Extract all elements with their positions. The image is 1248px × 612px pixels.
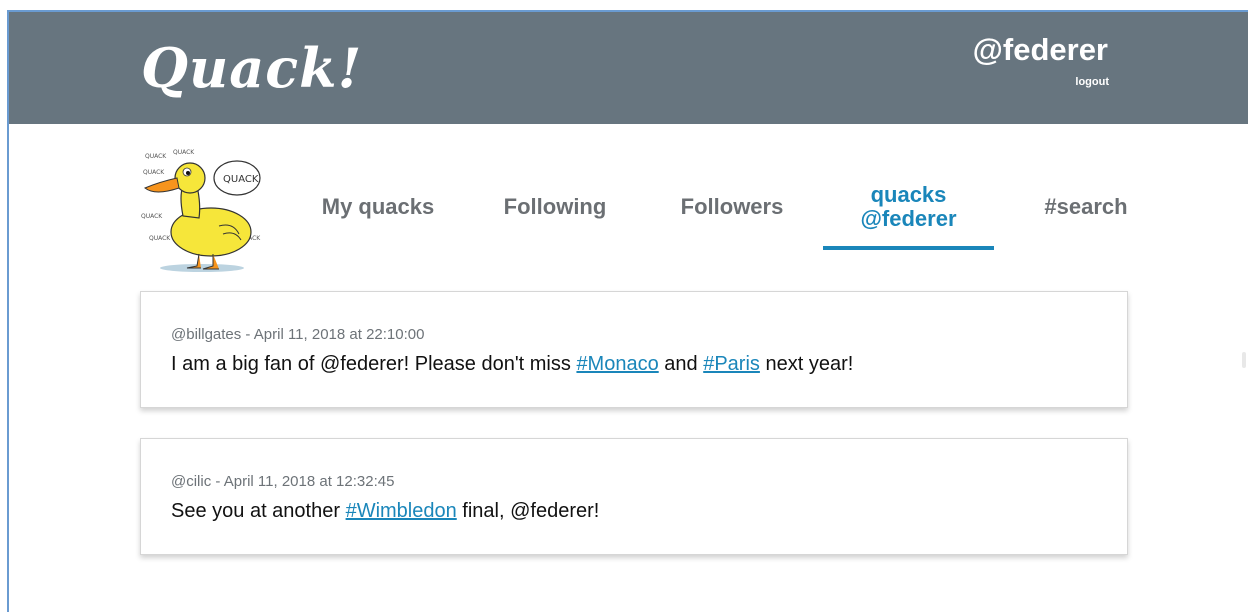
speech-bubble-text: QUACK (223, 174, 259, 185)
quack-meta: @billgates - April 11, 2018 at 22:10:00 (171, 326, 425, 343)
logout-link[interactable]: logout (1075, 76, 1109, 88)
app-logo-text[interactable]: Quack! (141, 36, 362, 100)
nav-followers[interactable]: Followers (666, 168, 798, 246)
bg-quack-text: QUACK (145, 153, 167, 160)
quack-text: I am a big fan of @federer! Please don't… (171, 353, 854, 375)
nav-quacks-at-federer[interactable]: quacks @federer (823, 168, 994, 250)
quack-text: See you at another #Wimbledon final, @fe… (171, 500, 600, 522)
quack-card: @cilic - April 11, 2018 at 12:32:45 See … (140, 438, 1128, 555)
nav-my-quacks[interactable]: My quacks (308, 168, 448, 246)
duck-mascot-image: QUACK QUACK QUACK QUACK QUACK QUACK QUAC… (139, 146, 265, 274)
scrollbar-handle[interactable] (1242, 352, 1246, 368)
nav-active-line1: quacks (870, 182, 947, 207)
quack-date: April 11, 2018 at 22:10:00 (253, 326, 425, 343)
nav-search[interactable]: #search (1032, 168, 1140, 246)
hashtag-link[interactable]: #Wimbledon (346, 500, 457, 522)
hashtag-link[interactable]: #Paris (703, 353, 760, 375)
bg-quack-text: QUACK (141, 213, 163, 220)
hashtag-link[interactable]: #Monaco (576, 353, 658, 375)
nav-active-line2: @federer (860, 206, 957, 231)
duck-head (174, 162, 206, 194)
quack-author[interactable]: @billgates (171, 326, 241, 343)
bg-quack-text: QUACK (149, 235, 171, 242)
quack-author[interactable]: @cilic (171, 473, 211, 490)
main-nav: My quacks Following Followers quacks @fe… (290, 168, 1150, 250)
nav-following[interactable]: Following (488, 168, 622, 246)
top-header: Quack! @federer logout (9, 12, 1248, 124)
current-user-handle: @federer (972, 32, 1108, 67)
quack-date: April 11, 2018 at 12:32:45 (223, 473, 395, 490)
quack-card: @billgates - April 11, 2018 at 22:10:00 … (140, 291, 1128, 408)
bg-quack-text: QUACK (173, 149, 195, 156)
bg-quack-text: QUACK (143, 169, 165, 176)
quack-meta: @cilic - April 11, 2018 at 12:32:45 (171, 473, 395, 490)
